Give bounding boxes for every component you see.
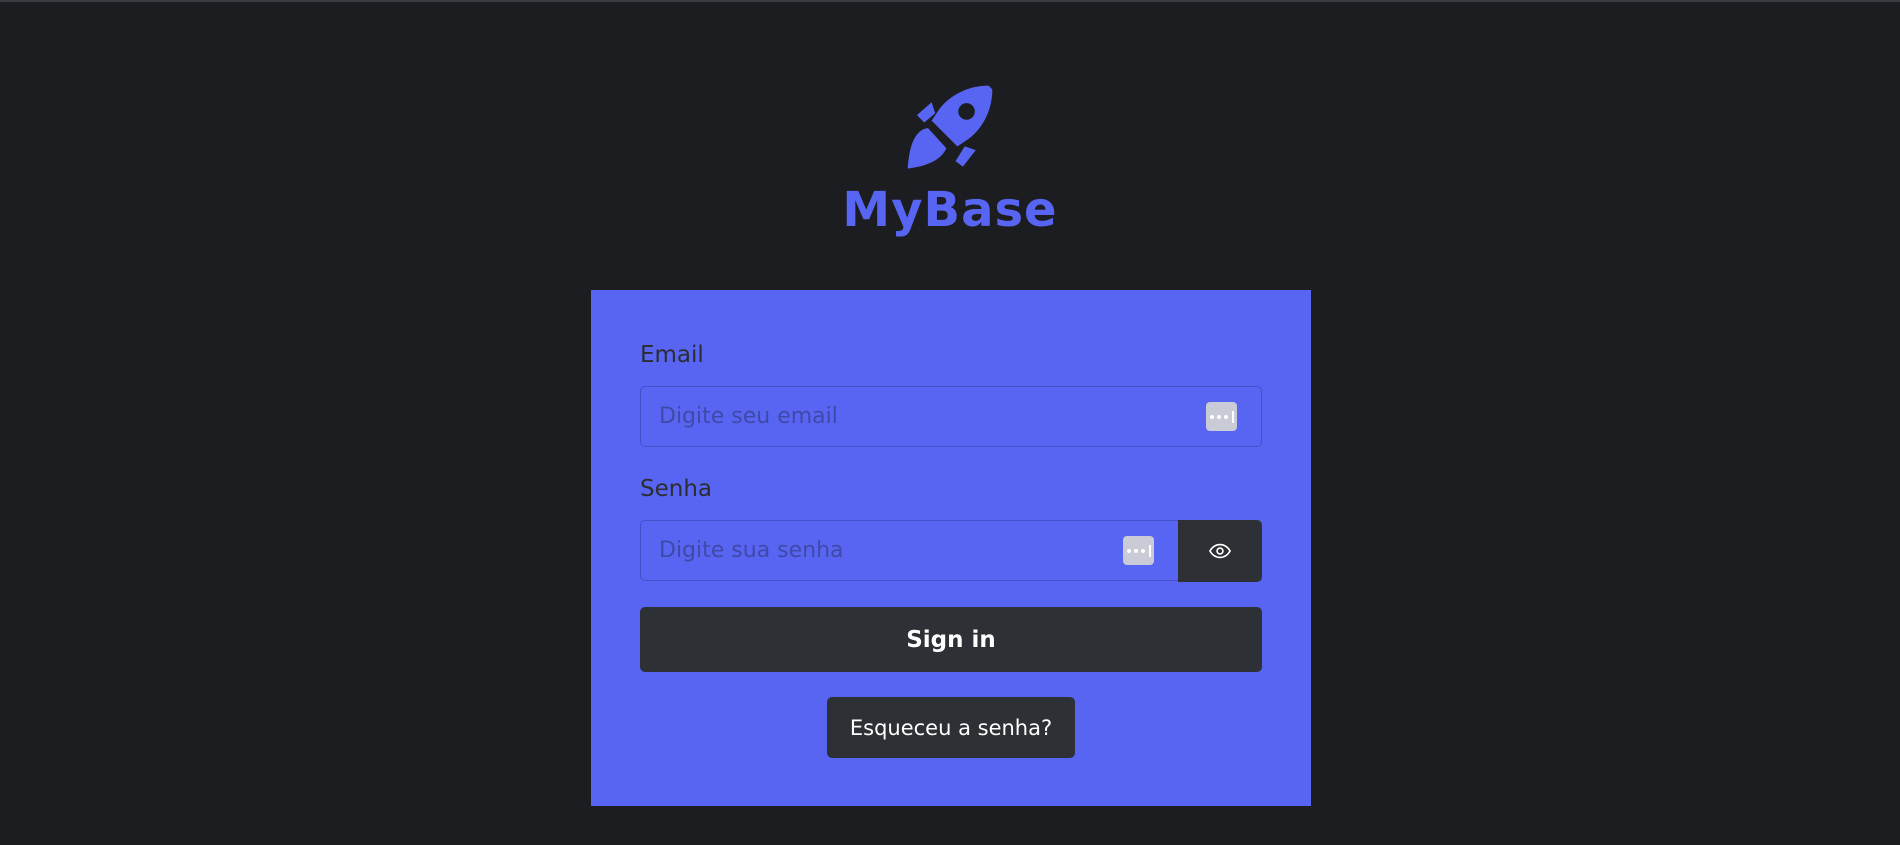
rocket-icon — [907, 85, 993, 169]
show-password-button[interactable] — [1178, 520, 1262, 582]
email-field-wrapper — [640, 386, 1262, 447]
window-top-border — [0, 0, 1900, 2]
email-input[interactable] — [641, 387, 1261, 446]
password-label: Senha — [640, 476, 712, 502]
forgot-password-button[interactable]: Esqueceu a senha? — [827, 697, 1075, 758]
sign-in-button[interactable]: Sign in — [640, 607, 1262, 672]
email-label: Email — [640, 342, 704, 368]
password-manager-icon[interactable] — [1206, 402, 1237, 431]
password-field-wrapper — [640, 520, 1179, 581]
eye-icon — [1209, 543, 1231, 559]
login-card: Email Senha Sign in Esqueceu a senha? — [591, 290, 1311, 806]
password-manager-icon[interactable] — [1123, 536, 1154, 565]
brand-header: MyBase — [0, 82, 1900, 234]
brand-name: MyBase — [842, 182, 1058, 238]
password-input[interactable] — [641, 521, 1178, 580]
